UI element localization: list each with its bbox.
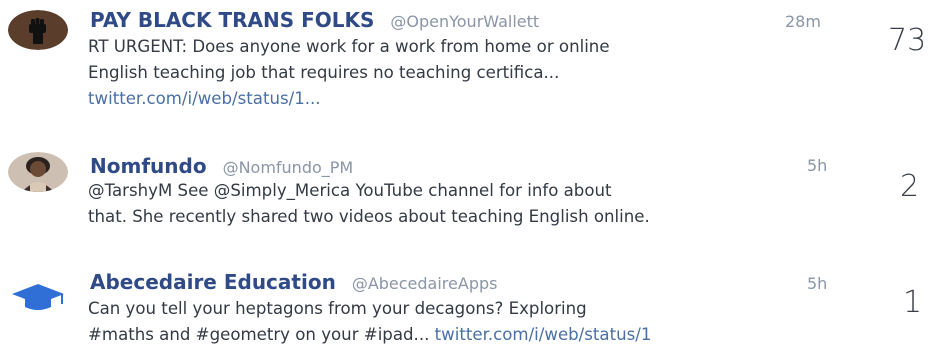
tweet-text-line: #maths and #geometry on your #ipad... tw… [88, 322, 848, 348]
tweet-text-line: @TarshyM See @Simply_Merica YouTube chan… [88, 181, 612, 200]
tweet-text: Can you tell your heptagons from your de… [88, 296, 848, 348]
tweet-text-line: RT URGENT: Does anyone work for a work f… [88, 37, 610, 56]
tweet-item[interactable]: PAY BLACK TRANS FOLKS @OpenYourWallett 28… [0, 0, 945, 120]
tweet-item[interactable]: Abecedaire Education @AbecedaireApps 5h C… [0, 262, 945, 349]
author-name[interactable]: Abecedaire Education @AbecedaireApps [90, 270, 497, 296]
tweet-timestamp[interactable]: 28m [785, 10, 821, 34]
tweet-text: RT URGENT: Does anyone work for a work f… [88, 34, 848, 112]
tweet-text-line: that. She recently shared two videos abo… [88, 207, 650, 226]
author-handle[interactable]: @OpenYourWallett [390, 12, 539, 31]
author-display-name[interactable]: PAY BLACK TRANS FOLKS [90, 8, 374, 32]
tweet-feed: PAY BLACK TRANS FOLKS @OpenYourWallett 28… [0, 0, 945, 349]
tweet-count: 1 [903, 285, 923, 320]
author-name[interactable]: PAY BLACK TRANS FOLKS @OpenYourWallett [90, 8, 539, 34]
author-handle[interactable]: @Nomfundo_PM [223, 158, 354, 177]
tweet-text-line: English teaching job that requires no te… [88, 63, 560, 82]
avatar[interactable] [8, 152, 68, 192]
person-photo-icon [8, 152, 68, 192]
tweet-item[interactable]: Nomfundo @Nomfundo_PM 5h @TarshyM See @Si… [0, 140, 945, 235]
author-display-name[interactable]: Abecedaire Education [90, 270, 336, 294]
tweet-timestamp[interactable]: 5h [807, 272, 827, 296]
raised-fist-icon [8, 10, 68, 50]
graduation-cap-icon [12, 284, 64, 310]
author-handle[interactable]: @AbecedaireApps [352, 274, 498, 293]
tweet-count: 2 [900, 169, 920, 204]
tweet-text-line: Can you tell your heptagons from your de… [88, 299, 587, 318]
tweet-link[interactable]: twitter.com/i/web/status/1 [435, 325, 652, 344]
author-display-name[interactable]: Nomfundo [90, 154, 207, 178]
tweet-timestamp[interactable]: 5h [807, 154, 827, 178]
tweet-count: 73 [888, 23, 927, 58]
avatar[interactable] [8, 274, 68, 314]
avatar[interactable] [8, 10, 68, 50]
tweet-link[interactable]: twitter.com/i/web/status/1... [88, 86, 848, 112]
tweet-text: @TarshyM See @Simply_Merica YouTube chan… [88, 178, 848, 230]
author-name[interactable]: Nomfundo @Nomfundo_PM [90, 154, 353, 180]
tweet-hashtags-text[interactable]: #maths and #geometry on your #ipad... [88, 325, 435, 344]
